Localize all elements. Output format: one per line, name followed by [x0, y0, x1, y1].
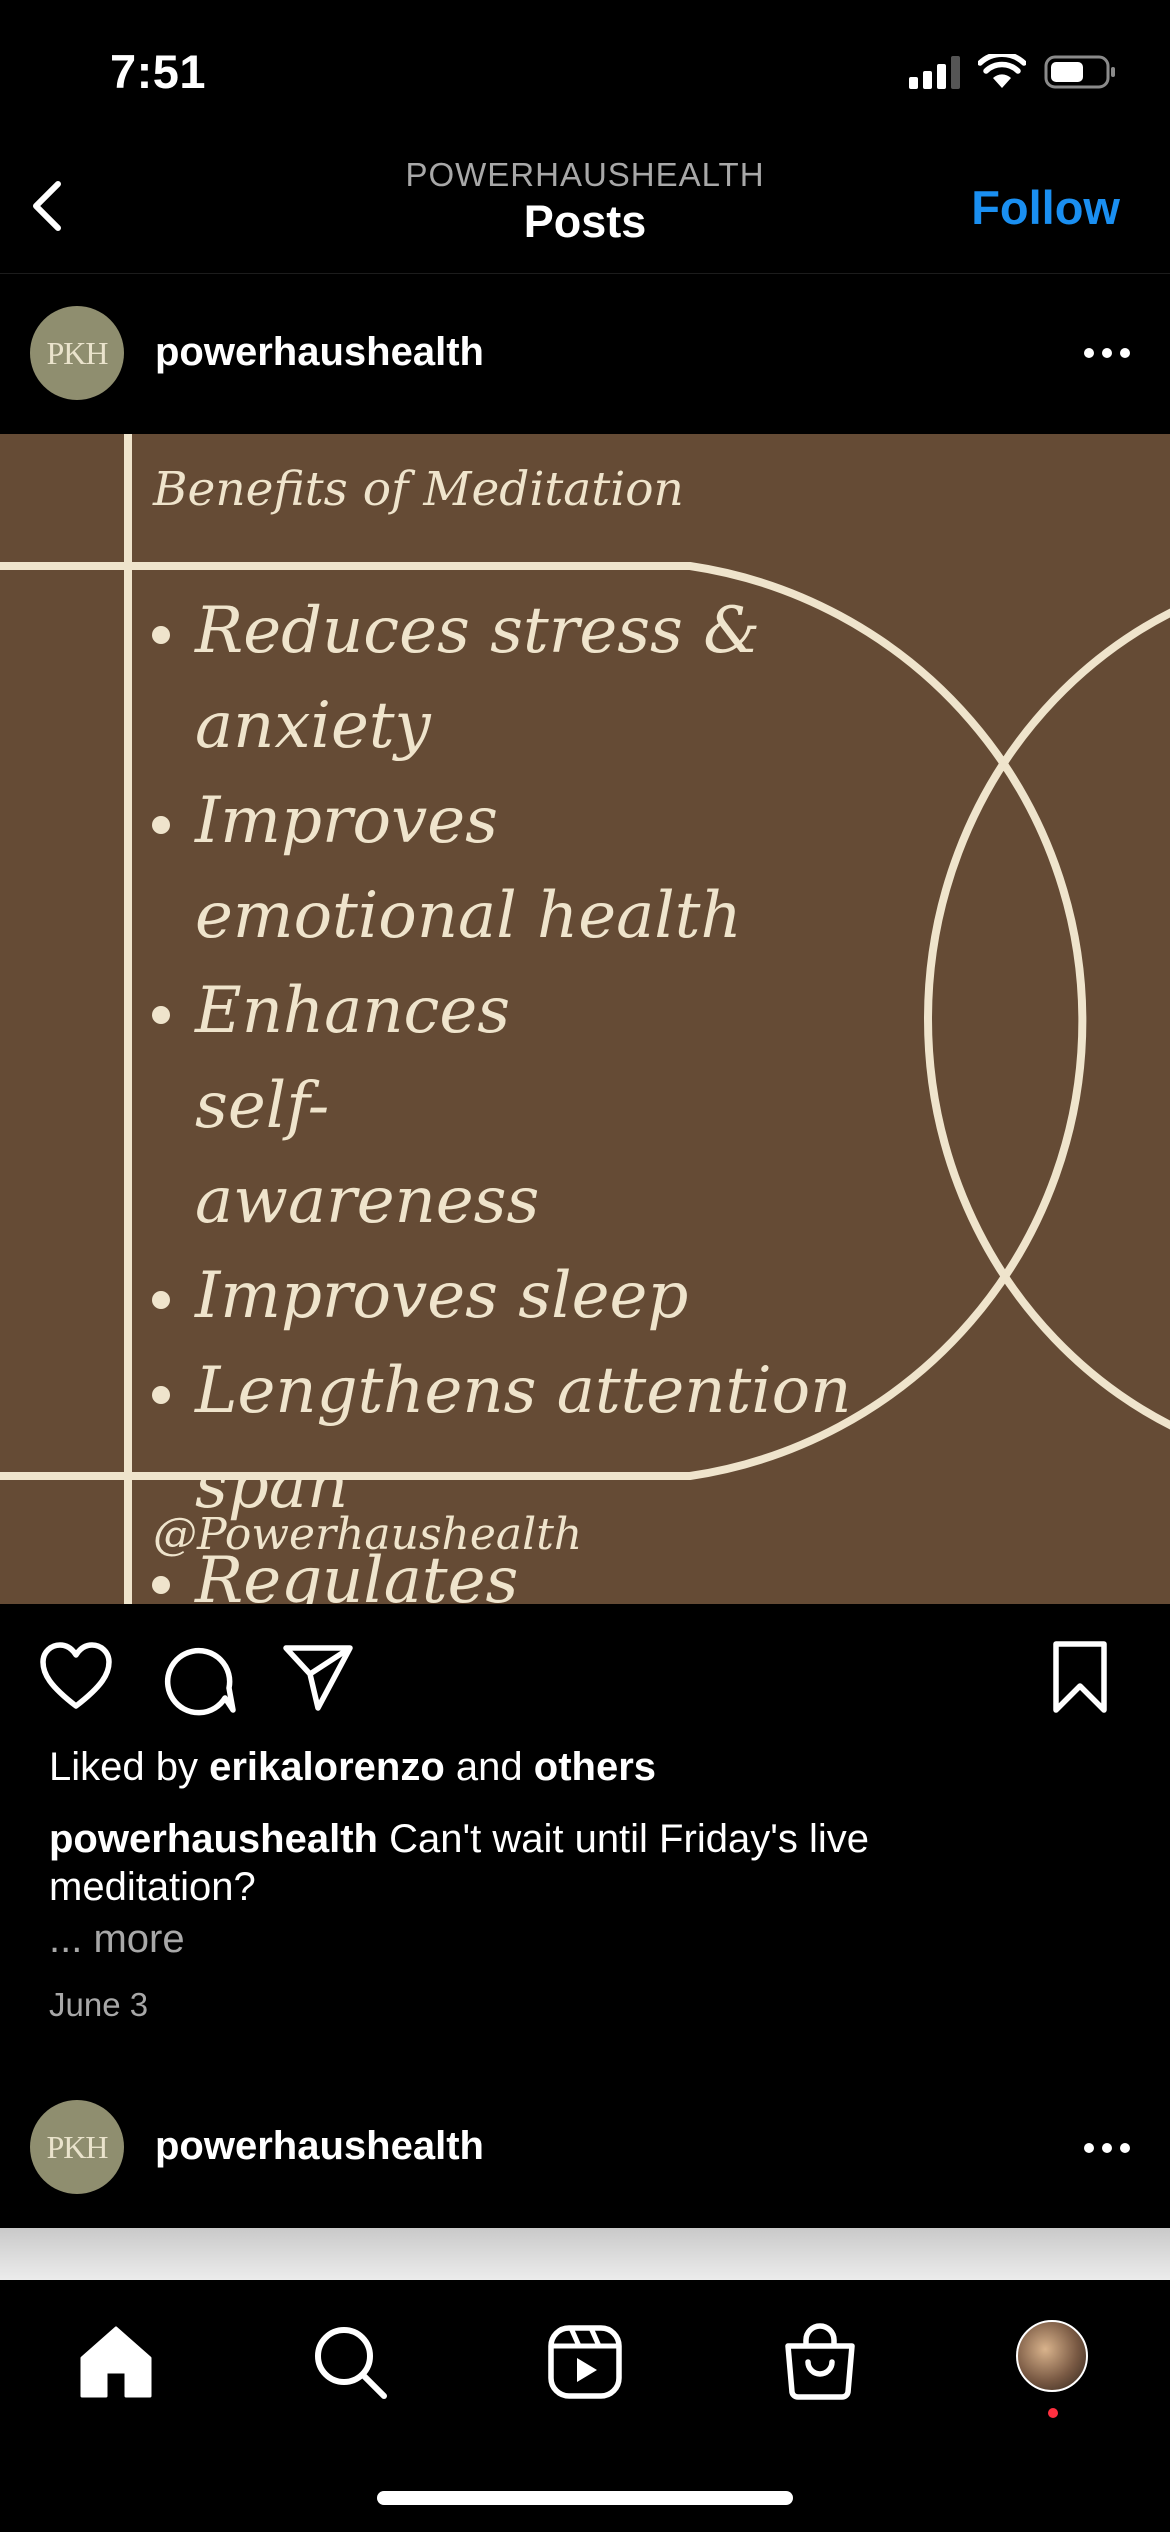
follow-button[interactable]: Follow: [971, 180, 1120, 235]
shop-icon[interactable]: [780, 2322, 860, 2402]
image-handle: @Powerhaushealth: [153, 1509, 583, 1560]
list-item: Lengthens attention span: [150, 1344, 950, 1534]
profile-avatar[interactable]: [1016, 2320, 1088, 2392]
post-header: PKH powerhaushealth: [0, 274, 1170, 432]
caption-username[interactable]: powerhaushealth: [49, 1817, 378, 1861]
send-icon[interactable]: [280, 1640, 356, 1716]
more-horizontal-icon[interactable]: [1084, 348, 1130, 358]
cellular-signal-icon: [909, 55, 960, 89]
status-bar: 7:51: [0, 0, 1170, 150]
list-item: Reduces stress & anxiety: [150, 584, 950, 774]
status-icons: [909, 54, 1116, 90]
caption-more-link[interactable]: ... more: [49, 1917, 185, 1962]
home-icon[interactable]: [76, 2322, 156, 2402]
list-item: Enhances self-awareness: [150, 964, 620, 1249]
bookmark-icon[interactable]: [1046, 1640, 1122, 1716]
liked-by-user[interactable]: erikalorenzo: [209, 1745, 445, 1789]
liked-by-others[interactable]: others: [534, 1745, 656, 1789]
status-time: 7:51: [110, 45, 207, 98]
notification-dot: [1048, 2408, 1058, 2418]
post-caption: powerhaushealth Can't wait until Friday'…: [49, 1815, 1049, 1911]
likes-summary[interactable]: Liked by erikalorenzo and others: [49, 1745, 656, 1790]
battery-icon: [1044, 55, 1115, 89]
home-indicator: [377, 2491, 793, 2505]
post-username[interactable]: powerhaushealth: [155, 330, 484, 375]
post-username[interactable]: powerhaushealth: [155, 2124, 484, 2169]
next-post-header: PKH powerhaushealth: [0, 2070, 1170, 2228]
post-actions: [0, 1640, 1170, 1720]
list-item: Improves sleep: [150, 1249, 950, 1344]
next-post-image[interactable]: [0, 2228, 1170, 2280]
image-title: Benefits of Meditation: [153, 462, 684, 517]
avatar[interactable]: PKH: [30, 306, 124, 400]
avatar[interactable]: PKH: [30, 2100, 124, 2194]
search-icon[interactable]: [310, 2322, 390, 2402]
wifi-icon: [978, 54, 1026, 88]
profile-posts-header: POWERHAUSHEALTH Posts Follow: [0, 150, 1170, 274]
post-image[interactable]: Benefits of Meditation Reduces stress & …: [0, 434, 1170, 1604]
benefits-list: Reduces stress & anxiety Improves emotio…: [150, 584, 950, 1604]
heart-icon[interactable]: [38, 1640, 114, 1716]
list-item: Improves emotional health: [150, 774, 790, 964]
comment-icon[interactable]: [161, 1640, 237, 1716]
more-horizontal-icon[interactable]: [1084, 2143, 1130, 2153]
post-date: June 3: [49, 1986, 149, 2023]
reels-icon[interactable]: [545, 2322, 625, 2402]
